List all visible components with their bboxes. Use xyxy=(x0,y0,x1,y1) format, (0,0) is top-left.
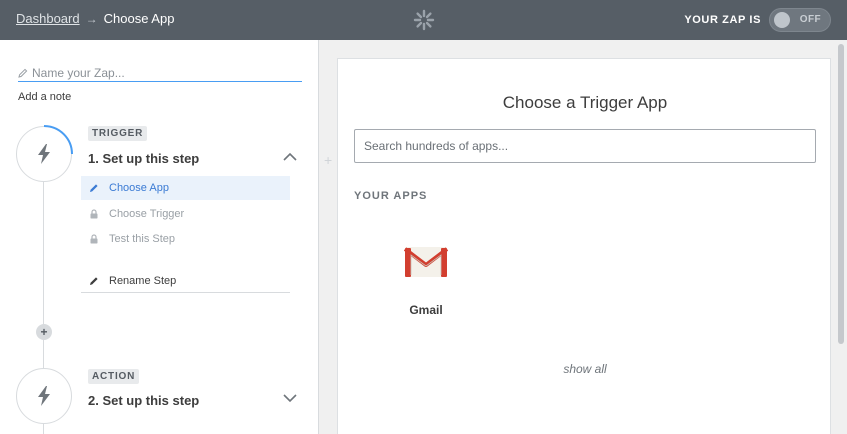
toggle-knob xyxy=(774,12,790,28)
progress-arc xyxy=(43,125,73,155)
zap-on-off-toggle[interactable]: OFF xyxy=(769,8,831,32)
pencil-icon xyxy=(90,184,98,192)
gmail-icon xyxy=(404,247,448,277)
substep-choose-app[interactable]: Choose App xyxy=(81,176,290,200)
scrollbar[interactable] xyxy=(838,44,844,344)
add-note-link[interactable]: Add a note xyxy=(18,91,71,103)
lock-icon xyxy=(90,209,98,219)
toggle-text: OFF xyxy=(799,14,821,25)
breadcrumb-current: Choose App xyxy=(103,11,175,26)
plus-icon: + xyxy=(40,325,48,339)
pencil-icon xyxy=(18,68,28,78)
pencil-icon xyxy=(90,276,98,285)
zap-name-field xyxy=(18,64,302,82)
action-tag: ACTION xyxy=(88,369,140,384)
rename-step-label: Rename Step xyxy=(109,274,177,287)
card-title: Choose a Trigger App xyxy=(502,93,668,112)
app-name: Gmail xyxy=(409,303,443,317)
substep-label: Choose Trigger xyxy=(109,208,185,220)
choose-app-card: Choose a Trigger App YOUR APPS Gmail sho… xyxy=(337,58,831,434)
top-bar: Dashboard → Choose App YOUR ZAP IS OFF xyxy=(0,0,847,40)
add-step-button[interactable]: + xyxy=(36,324,52,340)
zap-status: YOUR ZAP IS OFF xyxy=(684,8,831,32)
breadcrumb-dashboard-link[interactable]: Dashboard xyxy=(16,11,80,26)
trigger-step-title[interactable]: 1. Set up this step xyxy=(88,151,199,166)
chevron-up-icon[interactable] xyxy=(283,152,297,162)
chevron-down-icon[interactable] xyxy=(283,393,297,403)
lock-icon xyxy=(90,234,98,244)
app-search-input[interactable] xyxy=(364,139,804,153)
show-all-link[interactable]: show all xyxy=(338,362,832,376)
substep-label: Choose App xyxy=(109,182,169,194)
zap-name-input[interactable] xyxy=(32,65,292,80)
zap-status-label: YOUR ZAP IS xyxy=(684,14,761,26)
action-step-title[interactable]: 2. Set up this step xyxy=(88,393,199,408)
snowflake-spinner-icon xyxy=(413,9,435,31)
substep-test-step: Test this Step xyxy=(81,227,290,251)
left-panel: Add a note TRIGGER 1. Set up this step C… xyxy=(0,40,319,434)
faint-plus-icon: + xyxy=(324,152,333,168)
breadcrumb: Dashboard → Choose App xyxy=(16,11,174,26)
app-tile-gmail[interactable]: Gmail xyxy=(386,237,466,327)
lightning-bolt-icon xyxy=(38,386,50,406)
action-step-circle[interactable] xyxy=(16,368,72,424)
trigger-tag: TRIGGER xyxy=(88,126,148,141)
rename-step-button[interactable]: Rename Step xyxy=(81,269,290,293)
breadcrumb-arrow: → xyxy=(85,11,98,26)
substep-label: Test this Step xyxy=(109,233,176,245)
your-apps-heading: YOUR APPS xyxy=(354,190,428,202)
app-search-box xyxy=(354,129,816,163)
substep-choose-trigger: Choose Trigger xyxy=(81,202,290,226)
